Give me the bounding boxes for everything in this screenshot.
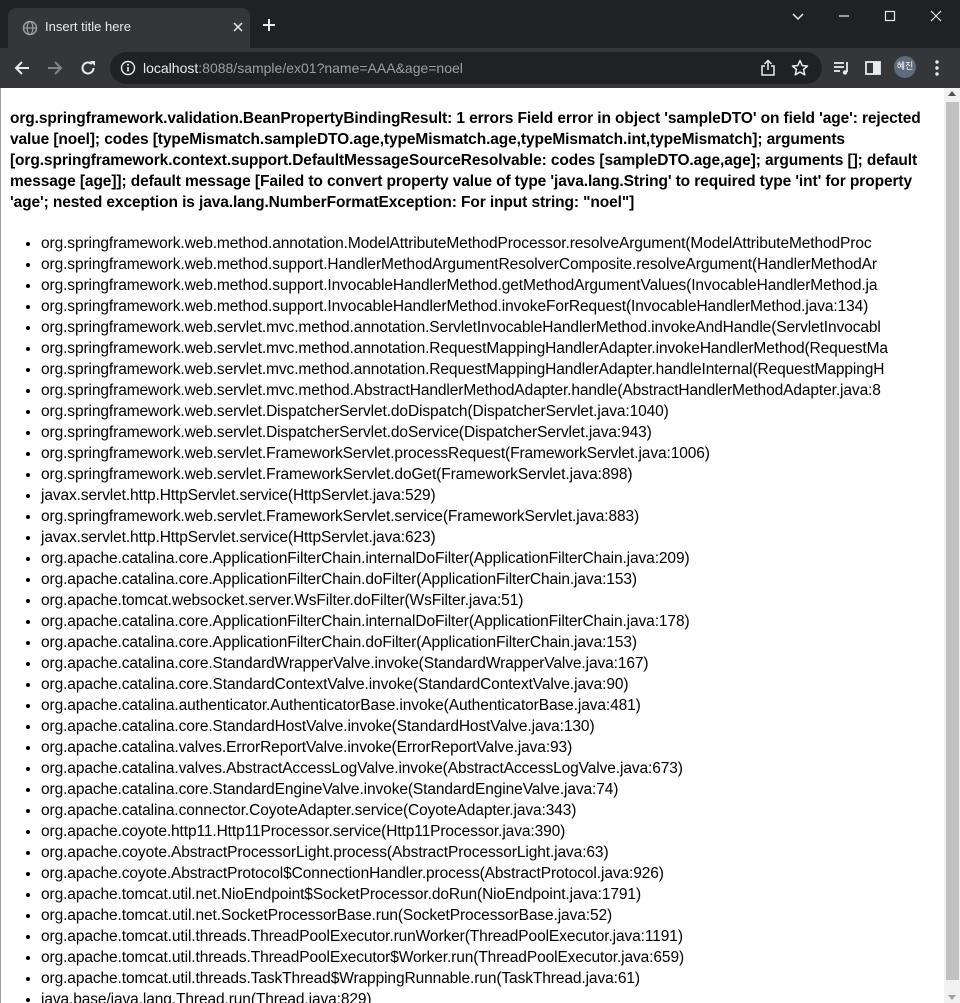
stack-trace-line: org.springframework.web.servlet.Framewor…	[41, 464, 945, 485]
address-bar[interactable]: localhost:8088/sample/ex01?name=AAA&age=…	[110, 52, 822, 84]
stack-trace-line: org.apache.catalina.core.StandardEngineV…	[41, 779, 945, 800]
vertical-scrollbar[interactable]	[944, 88, 960, 1003]
menu-dots-icon[interactable]	[927, 58, 947, 78]
stack-trace-list: org.springframework.web.method.annotatio…	[10, 233, 945, 1003]
stack-trace-line: org.apache.catalina.core.StandardHostVal…	[41, 716, 945, 737]
stack-trace-line: org.springframework.web.servlet.Dispatch…	[41, 422, 945, 443]
media-controls-icon[interactable]	[832, 58, 852, 78]
stack-trace-line: org.springframework.web.servlet.mvc.meth…	[41, 338, 945, 359]
close-tab-icon[interactable]	[232, 21, 244, 33]
stack-trace-line: org.springframework.web.servlet.Dispatch…	[41, 401, 945, 422]
stack-trace-line: org.springframework.web.method.support.H…	[41, 254, 945, 275]
stack-trace-line: org.apache.tomcat.util.threads.TaskThrea…	[41, 968, 945, 989]
page-viewport: org.springframework.validation.BeanPrope…	[0, 88, 960, 1003]
stack-trace-line: org.apache.catalina.core.ApplicationFilt…	[41, 548, 945, 569]
stack-trace-line: org.springframework.web.servlet.mvc.meth…	[41, 317, 945, 338]
stack-trace-line: javax.servlet.http.HttpServlet.service(H…	[41, 527, 945, 548]
stack-trace-line: org.apache.coyote.AbstractProcessorLight…	[41, 842, 945, 863]
stack-trace-line: org.apache.tomcat.util.net.NioEndpoint$S…	[41, 884, 945, 905]
stack-trace-line: org.springframework.web.method.support.I…	[41, 275, 945, 296]
stack-trace-line: org.apache.catalina.core.StandardWrapper…	[41, 653, 945, 674]
error-message: org.springframework.validation.BeanPrope…	[10, 110, 921, 211]
url-text[interactable]: localhost:8088/sample/ex01?name=AAA&age=…	[143, 60, 463, 76]
tab-title: Insert title here	[45, 19, 131, 34]
browser-toolbar: localhost:8088/sample/ex01?name=AAA&age=…	[0, 48, 960, 88]
side-panel-icon[interactable]	[863, 58, 883, 78]
stack-trace-line: org.apache.coyote.http11.Http11Processor…	[41, 821, 945, 842]
new-tab-icon[interactable]	[262, 18, 276, 32]
stack-trace-line: org.apache.catalina.core.ApplicationFilt…	[41, 632, 945, 653]
stack-trace-line: org.apache.catalina.valves.AbstractAcces…	[41, 758, 945, 779]
stack-trace-line: org.springframework.web.servlet.Framewor…	[41, 506, 945, 527]
scroll-up-arrow-icon[interactable]	[948, 91, 956, 96]
stack-trace-line: org.apache.catalina.core.StandardContext…	[41, 674, 945, 695]
stack-trace-line: org.springframework.web.servlet.mvc.meth…	[41, 380, 945, 401]
url-host: localhost	[143, 60, 199, 76]
scrollbar-thumb[interactable]	[946, 102, 959, 980]
stack-trace-line: org.apache.catalina.authenticator.Authen…	[41, 695, 945, 716]
globe-icon	[22, 20, 38, 36]
url-path: :8088/sample/ex01?name=AAA&age=noel	[198, 60, 463, 76]
stack-trace-line: org.apache.tomcat.util.threads.ThreadPoo…	[41, 926, 945, 947]
stack-trace-line: org.springframework.web.method.support.I…	[41, 296, 945, 317]
stack-trace-line: org.springframework.web.servlet.Framewor…	[41, 443, 945, 464]
browser-tab[interactable]: Insert title here	[8, 8, 250, 48]
stack-trace-line: org.apache.catalina.valves.ErrorReportVa…	[41, 737, 945, 758]
stack-trace-line: org.apache.tomcat.util.net.SocketProcess…	[41, 905, 945, 926]
tab-strip: Insert title here	[0, 0, 960, 48]
error-page: org.springframework.validation.BeanPrope…	[10, 88, 945, 1003]
share-icon[interactable]	[758, 58, 778, 78]
stack-trace-line: org.springframework.web.method.annotatio…	[41, 233, 945, 254]
chevron-down-icon[interactable]	[790, 8, 806, 24]
avatar[interactable]: 혜진	[894, 56, 916, 78]
stack-trace-line: org.springframework.web.servlet.mvc.meth…	[41, 359, 945, 380]
stack-trace-line: org.apache.coyote.AbstractProtocol$Conne…	[41, 863, 945, 884]
stack-trace-line: org.apache.catalina.core.ApplicationFilt…	[41, 611, 945, 632]
back-arrow-icon[interactable]	[12, 58, 32, 78]
stack-trace-line: org.apache.catalina.core.ApplicationFilt…	[41, 569, 945, 590]
stack-trace-line: org.apache.tomcat.websocket.server.WsFil…	[41, 590, 945, 611]
minimize-icon[interactable]	[836, 8, 852, 24]
stack-trace-line: javax.servlet.http.HttpServlet.service(H…	[41, 485, 945, 506]
stack-trace-line: org.apache.catalina.connector.CoyoteAdap…	[41, 800, 945, 821]
reload-icon[interactable]	[78, 58, 98, 78]
scroll-down-arrow-icon[interactable]	[948, 995, 956, 1000]
maximize-icon[interactable]	[882, 8, 898, 24]
forward-arrow-icon[interactable]	[45, 58, 65, 78]
close-icon[interactable]	[928, 8, 944, 24]
bookmark-star-icon[interactable]	[790, 58, 810, 78]
stack-trace-line: java.base/java.lang.Thread.run(Thread.ja…	[41, 989, 945, 1003]
info-icon[interactable]	[120, 60, 136, 76]
stack-trace-line: org.apache.tomcat.util.threads.ThreadPoo…	[41, 947, 945, 968]
